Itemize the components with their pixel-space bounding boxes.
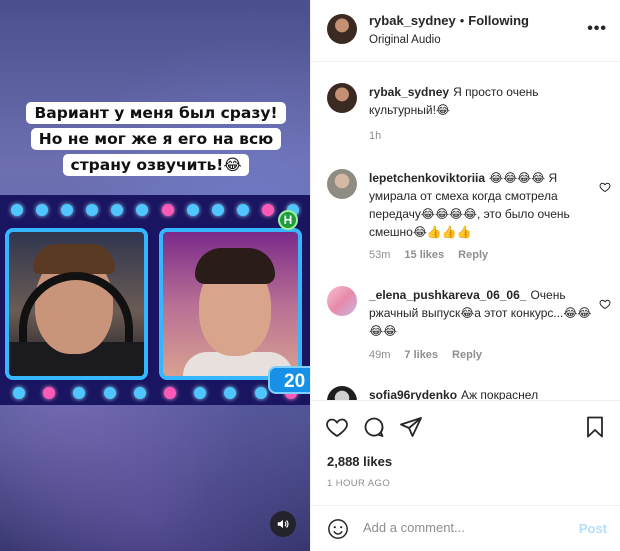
comment-username[interactable]: rybak_sydney (369, 85, 449, 99)
comment-meta: 53m 15 likes Reply (369, 249, 502, 261)
author-avatar[interactable] (327, 14, 357, 44)
stage-light (224, 387, 237, 399)
stage-light (13, 387, 26, 399)
more-options-icon[interactable]: ••• (587, 20, 607, 38)
post-timestamp: 1 HOUR AGO (327, 478, 391, 489)
sound-toggle-button[interactable] (270, 511, 296, 537)
author-username[interactable]: rybak_sydney (369, 13, 456, 28)
bookmark-icon[interactable] (583, 415, 607, 439)
person-hair (195, 248, 275, 284)
author-line: rybak_sydney • Following (369, 13, 529, 28)
caption-line-2: Но не мог же я его на всю (30, 128, 282, 150)
post-actions: 2,888 likes 1 HOUR AGO (311, 400, 620, 520)
post-header: rybak_sydney • Following Original Audio ••… (311, 0, 620, 62)
stage-light (254, 387, 267, 399)
comment-like-icon[interactable] (599, 298, 611, 310)
reply-button[interactable]: Reply (452, 349, 482, 361)
comment-body: rybak_sydney Я просто очень культурный!😂 (369, 83, 595, 119)
commenter-avatar[interactable] (327, 386, 357, 400)
video-player[interactable]: Вариант у меня был сразу! Но не мог же я… (0, 0, 310, 551)
commenter-avatar[interactable] (327, 83, 357, 113)
comment-meta: 49m 7 likes Reply (369, 349, 496, 361)
send-icon[interactable] (399, 415, 423, 439)
instagram-post: Вариант у меня был сразу! Но не мог же я… (0, 0, 620, 551)
score-display: 20 (268, 366, 310, 394)
stage-light (211, 204, 224, 216)
comment-body: _elena_pushkareva_06_06_ Очень ржачный вы… (369, 286, 595, 340)
stage-light (35, 204, 48, 216)
comment-time: 49m (369, 349, 391, 361)
comment-username[interactable]: sofia96rydenko (369, 388, 457, 400)
comment-username[interactable]: _elena_pushkareva_06_06_ (369, 288, 526, 302)
person-hair (33, 244, 115, 274)
stage-light (161, 204, 174, 216)
stage-lights-top (0, 200, 310, 220)
headphones (19, 272, 133, 342)
stage-light (73, 387, 86, 399)
post-comment-button[interactable]: Post (579, 521, 607, 536)
stage-light (136, 204, 149, 216)
heart-icon[interactable] (325, 415, 349, 439)
stage-light (133, 387, 146, 399)
stage-light (103, 387, 116, 399)
comments-list[interactable]: rybak_sydney Я просто очень культурный!😂 … (311, 63, 620, 400)
add-comment-bar: Post (311, 505, 620, 551)
video-caption: Вариант у меня был сразу! Но не мог же я… (22, 100, 290, 178)
comment-time: 1h (369, 130, 382, 142)
stage-light (236, 204, 249, 216)
commenter-avatar[interactable] (327, 169, 357, 199)
speaker-icon (277, 519, 289, 529)
comment-likes[interactable]: 15 likes (404, 249, 444, 261)
contestant-panel-right (159, 228, 302, 380)
comment-body: sofia96rydenko Аж покраснел (369, 386, 595, 400)
comment-icon[interactable] (362, 415, 386, 439)
audio-label[interactable]: Original Audio (369, 34, 441, 46)
comment-likes[interactable]: 7 likes (404, 349, 438, 361)
comment-text: Аж покраснел (461, 388, 539, 400)
comment-username[interactable]: lepetchenkoviktoriia (369, 171, 485, 185)
comment-like-icon[interactable] (599, 181, 611, 193)
stage-light (43, 387, 56, 399)
caption-line-1: Вариант у меня был сразу! (26, 102, 286, 124)
caption-line-3: страну озвучить!😂 (62, 154, 250, 176)
stage-light (164, 387, 177, 399)
comment-meta: 1h (369, 130, 395, 142)
contestant-panel-left (5, 228, 148, 380)
stage-light (186, 204, 199, 216)
stage-lights-bottom (0, 383, 310, 403)
stage-light (10, 204, 23, 216)
stage-light (262, 204, 275, 216)
stage-light (60, 204, 73, 216)
reply-button[interactable]: Reply (458, 249, 488, 261)
post-sidebar: rybak_sydney • Following Original Audio ••… (310, 0, 620, 551)
likes-count[interactable]: 2,888 likes (327, 454, 392, 469)
channel-badge: Н (278, 210, 298, 230)
comment-body: lepetchenkoviktoriia 😂😂😂😂 Я умирала от см… (369, 169, 595, 241)
separator-dot: • (459, 13, 465, 28)
commenter-avatar[interactable] (327, 286, 357, 316)
stage-light (111, 204, 124, 216)
emoji-icon[interactable] (327, 518, 349, 540)
stage-light (86, 204, 99, 216)
comment-input[interactable] (363, 520, 563, 535)
comment-time: 53m (369, 249, 391, 261)
stage-light (194, 387, 207, 399)
follow-status[interactable]: Following (468, 13, 529, 28)
